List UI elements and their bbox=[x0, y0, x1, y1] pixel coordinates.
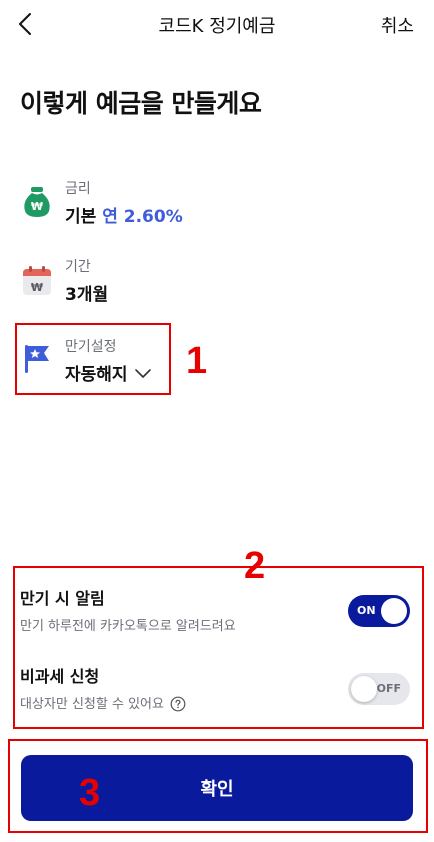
tax-free-description: 대상자만 신청할 수 있어요 bbox=[20, 697, 164, 712]
period-value: 3개월 bbox=[65, 285, 109, 305]
rate-number: 연 2.60% bbox=[102, 207, 183, 227]
tax-free-setting: 비과세 신청 대상자만 신청할 수 있어요 OFF bbox=[20, 663, 420, 723]
help-icon[interactable] bbox=[170, 696, 186, 712]
rate-label: 금리 bbox=[65, 181, 91, 197]
chevron-down-icon bbox=[134, 368, 151, 378]
maturity-alert-setting: 만기 시 알림 만기 하루전에 카카오톡으로 알려드려요 ON bbox=[20, 585, 420, 645]
tax-free-title: 비과세 신청 bbox=[20, 667, 100, 686]
calendar-icon: ₩ bbox=[23, 266, 51, 295]
svg-text:₩: ₩ bbox=[31, 281, 43, 294]
tax-free-description-row: 대상자만 신청할 수 있어요 bbox=[20, 693, 186, 712]
svg-text:₩: ₩ bbox=[31, 200, 43, 213]
toggle-knob bbox=[381, 598, 407, 624]
annotation-mark-2: 2 bbox=[244, 545, 266, 587]
maturity-alert-title: 만기 시 알림 bbox=[20, 589, 105, 608]
maturity-label: 만기설정 bbox=[65, 339, 117, 355]
rate-value: 기본 연 2.60% bbox=[65, 202, 183, 227]
page-title: 코드K 정기예금 bbox=[158, 16, 276, 37]
rate-prefix: 기본 bbox=[65, 207, 97, 227]
annotation-mark-1: 1 bbox=[186, 340, 208, 382]
cancel-button[interactable]: 취소 bbox=[381, 12, 414, 38]
maturity-setting-row[interactable]: 만기설정 자동해지 bbox=[20, 336, 320, 396]
toggle-knob bbox=[351, 676, 377, 702]
rate-row: ₩ 금리 기본 연 2.60% bbox=[20, 178, 320, 238]
money-bag-icon: ₩ bbox=[24, 187, 50, 217]
flag-icon bbox=[25, 345, 49, 373]
maturity-alert-description: 만기 하루전에 카카오톡으로 알려드려요 bbox=[20, 619, 236, 634]
toggle-state-label: OFF bbox=[376, 682, 401, 695]
maturity-value-text: 자동해지 bbox=[65, 365, 128, 385]
toggle-state-label: ON bbox=[357, 604, 376, 617]
period-label: 기간 bbox=[65, 259, 91, 275]
annotation-mark-3: 3 bbox=[79, 772, 101, 814]
headline: 이렇게 예금을 만들게요 bbox=[20, 89, 262, 118]
period-row: ₩ 기간 3개월 bbox=[20, 256, 320, 316]
tax-free-toggle[interactable]: OFF bbox=[348, 673, 410, 705]
top-bar: 코드K 정기예금 취소 bbox=[0, 0, 434, 50]
maturity-alert-toggle[interactable]: ON bbox=[348, 595, 410, 627]
maturity-value: 자동해지 bbox=[65, 360, 152, 385]
